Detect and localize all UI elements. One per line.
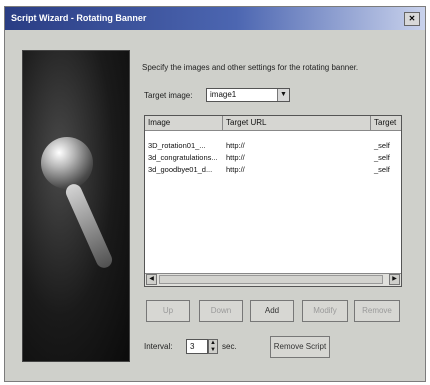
interval-input[interactable]: 3	[186, 339, 208, 354]
table-row[interactable]: 3d_congratulations... http:// _self	[145, 152, 401, 164]
close-icon[interactable]: ✕	[404, 12, 420, 26]
row-url: http://	[226, 153, 245, 162]
target-image-select[interactable]: image1 ▼	[206, 88, 290, 102]
row-target: _self	[374, 153, 390, 162]
horizontal-scrollbar[interactable]: ◀ ▶	[145, 273, 401, 286]
target-image-value: image1	[210, 90, 237, 99]
remove-script-button[interactable]: Remove Script	[270, 336, 330, 358]
description-text: Specify the images and other settings fo…	[142, 63, 359, 72]
sphere-graphic	[41, 137, 93, 189]
add-button[interactable]: Add	[250, 300, 294, 322]
up-button[interactable]: Up	[146, 300, 190, 322]
row-url: http://	[226, 165, 245, 174]
row-image: 3d_goodbye01_d...	[148, 165, 213, 174]
table-row[interactable]: 3D_rotation01_... http:// _self	[145, 140, 401, 152]
window-title: Script Wizard - Rotating Banner	[11, 13, 147, 23]
column-header-target-url[interactable]: Target URL	[223, 116, 371, 130]
scroll-right-icon[interactable]: ▶	[389, 274, 400, 285]
interval-spinner[interactable]: ▲ ▼	[208, 339, 218, 354]
row-target: _self	[374, 165, 390, 174]
list-header: Image Target URL Target	[145, 116, 401, 131]
column-header-image[interactable]: Image	[145, 116, 223, 130]
row-url: http://	[226, 141, 245, 150]
modify-button[interactable]: Modify	[302, 300, 348, 322]
image-list[interactable]: Image Target URL Target 3D_rotation01_..…	[144, 115, 402, 287]
scroll-thumb[interactable]	[159, 275, 383, 284]
interval-label: Interval:	[144, 342, 173, 351]
column-header-target[interactable]: Target	[371, 116, 401, 130]
scroll-left-icon[interactable]: ◀	[146, 274, 157, 285]
remove-button[interactable]: Remove	[354, 300, 400, 322]
title-bar: Script Wizard - Rotating Banner ✕	[5, 7, 425, 30]
target-image-label: Target image:	[144, 91, 193, 100]
row-image: 3D_rotation01_...	[148, 141, 206, 150]
wizard-image	[22, 50, 130, 362]
interval-unit: sec.	[222, 342, 237, 351]
row-target: _self	[374, 141, 390, 150]
table-row[interactable]: 3d_goodbye01_d... http:// _self	[145, 164, 401, 176]
streak-graphic	[63, 181, 115, 271]
row-image: 3d_congratulations...	[148, 153, 218, 162]
down-button[interactable]: Down	[199, 300, 243, 322]
chevron-down-icon[interactable]: ▼	[277, 89, 289, 101]
